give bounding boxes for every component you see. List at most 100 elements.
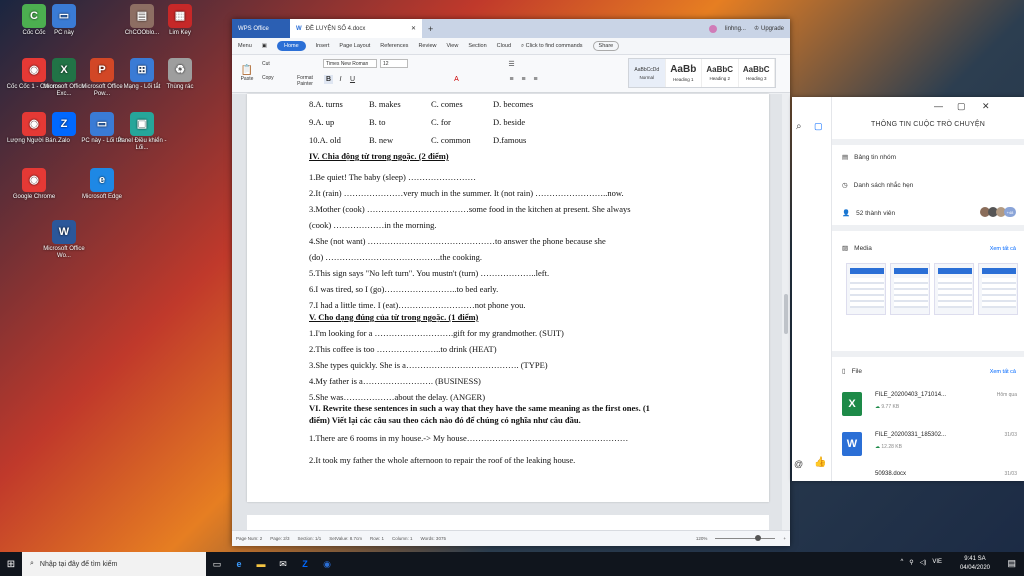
desktop-icon[interactable]: ♻ Thùng rác (152, 58, 208, 91)
upgrade-button[interactable]: ♔ Upgrade (754, 25, 784, 32)
volume-icon[interactable]: ◁) (920, 559, 927, 566)
desktop-icon[interactable]: W Microsoft Office Wo... (36, 220, 92, 260)
align-left-button[interactable]: ≡ (507, 75, 516, 84)
menu-section[interactable]: Section (468, 43, 486, 49)
search-icon[interactable]: ⌕ (796, 121, 802, 132)
format-painter-label: Format Painter (297, 75, 313, 87)
menu-home[interactable]: Home (276, 41, 306, 51)
zoom-in-icon[interactable]: + (783, 536, 786, 541)
word-file-icon: W (842, 432, 862, 456)
minimize-icon[interactable]: — (934, 101, 943, 111)
crown-icon: ♔ (753, 26, 760, 32)
tab-document[interactable]: W ĐỀ LUYỆN SỐ 4.docx ✕ (290, 19, 422, 38)
file-item[interactable]: 50938.docx 31/03 (842, 469, 1017, 481)
menu-cloud[interactable]: Cloud (497, 43, 511, 49)
style-normal[interactable]: AaBbCcDd Normal (629, 59, 666, 87)
reminder-list-item[interactable]: ◷ Danh sách nhắc hẹn (842, 181, 913, 190)
zalo-info-panel: ⌕ ▢ — ▢ ✕ THÔNG TIN CUỘC TRÒ CHUYỆN ▤ Bản… (792, 97, 1024, 481)
answer-option: 8.A. turns (309, 99, 343, 109)
align-right-button[interactable]: ≡ (531, 75, 540, 84)
bullets-button[interactable]: ☰ (507, 59, 516, 68)
maximize-icon[interactable]: ▢ (957, 101, 966, 112)
windows-start-icon[interactable]: ⊞ (0, 552, 22, 576)
format-painter-button[interactable]: Format Painter (290, 75, 320, 87)
scrollbar-thumb[interactable] (784, 294, 788, 334)
thumbs-up-icon[interactable]: 👍 (814, 457, 826, 468)
section-heading: điểm) Viết lại các câu sau theo cách nào… (309, 415, 581, 425)
style-name: Heading 1 (672, 77, 694, 82)
copy-button[interactable]: Copy (262, 73, 274, 82)
at-icon[interactable]: @ (794, 459, 803, 469)
menu-references[interactable]: References (380, 43, 408, 49)
style-heading-2[interactable]: AaBbC Heading 2 (702, 59, 739, 87)
new-tab-button[interactable]: + (422, 19, 439, 38)
avatar[interactable] (708, 24, 717, 33)
file-explorer-icon[interactable]: ▬ (250, 552, 272, 576)
zalo-taskbar-icon[interactable]: Z (294, 552, 316, 576)
status-bar: Page Num: 2 Page: 2/3 Section: 1/1 SetVa… (232, 530, 790, 546)
save-icon[interactable]: ▣ (262, 43, 267, 49)
font-color-button[interactable]: A (452, 75, 461, 84)
menu-view[interactable]: View (446, 43, 458, 49)
vertical-scrollbar[interactable] (782, 94, 790, 530)
mail-icon[interactable]: ✉ (272, 552, 294, 576)
document-page[interactable]: 8.A. turns B. makes C. comes D. becomes 9.A.… (247, 94, 769, 502)
cut-button[interactable]: Cut (262, 59, 270, 68)
language-indicator[interactable]: VIE (932, 559, 942, 566)
wps-taskbar-icon[interactable]: ◉ (316, 552, 338, 576)
share-button[interactable]: Share (592, 41, 620, 51)
desktop-icon[interactable]: ▭ PC này (36, 4, 92, 37)
zoom-level[interactable]: 120% (696, 536, 708, 541)
file-size: ☁ 9.77 KB (875, 404, 899, 410)
members-item[interactable]: 👤 52 thành viên (842, 209, 895, 218)
style-heading-1[interactable]: AaBb Heading 1 (666, 59, 702, 87)
media-thumbnail[interactable] (890, 263, 930, 315)
paste-button[interactable]: 📋 Paste (236, 58, 258, 88)
font-size-select[interactable]: 12 (380, 59, 408, 68)
network-icon[interactable]: ⚲ (909, 559, 913, 566)
group-board-item[interactable]: ▤ Bảng tin nhóm (842, 153, 896, 162)
file-size: ☁ 12.28 KB (875, 444, 902, 450)
file-label: File (851, 367, 863, 375)
wps-writer-window: WPS Office W ĐỀ LUYỆN SỐ 4.docx ✕ + linh… (232, 19, 790, 546)
chevron-up-icon[interactable]: ^ (900, 559, 903, 566)
align-center-button[interactable]: ≡ (519, 75, 528, 84)
exercise-line: 7.I had a little time. I (eat)………………………n… (309, 300, 526, 310)
media-thumbnail[interactable] (846, 263, 886, 315)
media-thumbnail[interactable] (978, 263, 1018, 315)
bold-button[interactable]: B (324, 75, 333, 84)
notification-icon[interactable]: ▤ (1007, 558, 1016, 569)
user-name[interactable]: linhng... (725, 26, 746, 32)
desktop-icon[interactable]: e Microsoft Edge (74, 168, 130, 201)
menu-item[interactable]: Menu (238, 43, 252, 49)
desktop-icon[interactable]: ▣ Panel Điều khiển - Lối... (114, 112, 170, 152)
exercise-line: 2.This coffee is too …………………..to drink (… (309, 344, 497, 354)
media-thumbnail[interactable] (934, 263, 974, 315)
desktop-icon[interactable]: ▦ Lim Key (152, 4, 208, 37)
menu-insert[interactable]: Insert (316, 43, 330, 49)
clock[interactable]: 9:41 SA 04/04/2020 (960, 555, 990, 573)
underline-button[interactable]: U (348, 75, 357, 84)
member-avatars[interactable]: +48 (980, 207, 1016, 217)
file-item[interactable]: W FILE_20200331_185302... ☁ 12.28 KB 31/… (842, 430, 1017, 460)
close-tab-icon[interactable]: ✕ (411, 25, 416, 32)
edge-icon[interactable]: e (228, 552, 250, 576)
media-see-all-link[interactable]: Xem tất cả (990, 246, 1016, 252)
menu-page-layout[interactable]: Page Layout (339, 43, 370, 49)
file-name: FILE_20200331_185302... (875, 432, 947, 438)
menu-review[interactable]: Review (418, 43, 436, 49)
taskbar-search[interactable]: ⌕ Nhập tại đây để tìm kiếm (22, 552, 206, 576)
find-commands[interactable]: ⌕ Click to find commands (521, 43, 582, 50)
tab-wps-office[interactable]: WPS Office (232, 19, 290, 38)
style-heading-3[interactable]: AaBbC Heading 3 (739, 59, 775, 87)
files-see-all-link[interactable]: Xem tất cả (990, 369, 1016, 375)
italic-button[interactable]: I (336, 75, 345, 84)
font-select[interactable]: Times New Roman (323, 59, 377, 68)
tab-doc-label: ĐỀ LUYỆN SỐ 4.docx (305, 25, 366, 32)
compose-icon[interactable]: ▢ (814, 121, 823, 132)
file-item[interactable]: X FILE_20200403_171014... ☁ 9.77 KB Hôm … (842, 390, 1017, 420)
task-view-icon[interactable]: ▭ (206, 552, 228, 576)
desktop-icon[interactable]: ◉ Google Chrome (6, 168, 62, 201)
zoom-slider[interactable] (715, 535, 776, 541)
close-icon[interactable]: ✕ (982, 101, 990, 112)
